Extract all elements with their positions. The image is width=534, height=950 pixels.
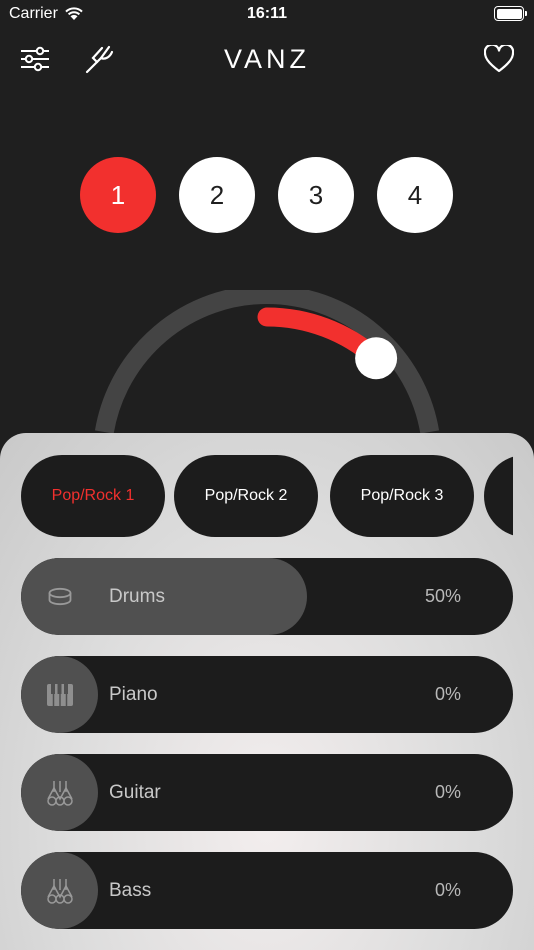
drum-icon (21, 558, 98, 635)
top-nav: VANZ (0, 36, 534, 84)
bass-icon (21, 852, 98, 929)
track-name: Drums (109, 586, 165, 607)
status-time: 16:11 (246, 5, 288, 22)
track-piano[interactable]: Piano 0% (21, 656, 513, 733)
preset-selector: 1 2 3 4 (0, 157, 534, 233)
style-pill-pop-rock-2[interactable]: Pop/Rock 2 (174, 455, 318, 537)
guitar-icon (21, 754, 98, 831)
track-guitar[interactable]: Guitar 0% (21, 754, 513, 831)
preset-button-2[interactable]: 2 (179, 157, 255, 233)
track-name: Guitar (109, 782, 161, 803)
battery-icon (494, 6, 527, 21)
style-selector: Pop/Rock 1 Pop/Rock 2 Pop/Rock 3 (21, 455, 513, 537)
track-name: Bass (109, 880, 152, 901)
track-percent: 50% (424, 586, 461, 606)
track-bass[interactable]: Bass 0% (21, 852, 513, 929)
preset-button-3[interactable]: 3 (278, 157, 354, 233)
style-pill-next[interactable] (484, 455, 513, 537)
heart-icon (484, 45, 514, 73)
app-title: VANZ (223, 44, 310, 74)
dial-knob[interactable] (355, 337, 398, 380)
master-dial[interactable] (0, 290, 534, 450)
piano-icon (21, 656, 98, 733)
style-pill-pop-rock-3[interactable]: Pop/Rock 3 (330, 455, 474, 537)
preset-button-4[interactable]: 4 (377, 157, 453, 233)
favorite-button[interactable] (479, 39, 519, 79)
mixer-panel: Pop/Rock 1 Pop/Rock 2 Pop/Rock 3 Drums 5… (0, 433, 534, 950)
status-bar: Carrier 16:11 (0, 0, 534, 30)
preset-button-1[interactable]: 1 (80, 157, 156, 233)
track-percent: 0% (434, 880, 461, 900)
style-pill-pop-rock-1[interactable]: Pop/Rock 1 (21, 455, 165, 537)
track-drums[interactable]: Drums 50% (21, 558, 513, 635)
track-name: Piano (109, 684, 158, 705)
track-percent: 0% (434, 684, 461, 704)
track-percent: 0% (434, 782, 461, 802)
